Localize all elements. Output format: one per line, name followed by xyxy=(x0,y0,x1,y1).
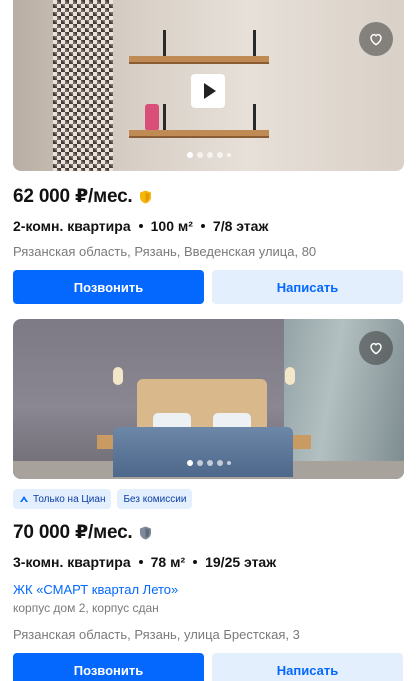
lamp xyxy=(285,367,295,385)
listing-price: 70 000 ₽/мес. xyxy=(13,522,133,543)
badge-label: Без комиссии xyxy=(123,493,187,505)
shield-icon[interactable] xyxy=(139,526,152,540)
play-icon xyxy=(203,83,216,99)
building-info: корпус дом 2, корпус сдан xyxy=(13,601,159,615)
shelf xyxy=(129,56,269,64)
heart-icon xyxy=(370,33,382,46)
floor-label: 19/25 этаж xyxy=(205,554,277,570)
action-buttons: Позвонить Написать xyxy=(13,653,404,681)
action-buttons: Позвонить Написать xyxy=(13,270,404,304)
badge-label: Только на Циан xyxy=(33,493,106,505)
listing-photo[interactable] xyxy=(13,0,404,171)
badges-row: Только на Циан Без комиссии xyxy=(13,489,404,509)
message-button[interactable]: Написать xyxy=(212,653,403,681)
separator-dot xyxy=(138,224,143,228)
pagination-dot[interactable] xyxy=(216,460,223,466)
separator-dot xyxy=(193,560,198,564)
price-row: 70 000 ₽/мес. xyxy=(13,521,404,544)
favorite-button[interactable] xyxy=(359,22,393,56)
cian-logo-icon xyxy=(20,496,28,502)
separator-dot xyxy=(200,224,205,228)
pagination-dot[interactable] xyxy=(216,152,223,158)
exclusive-badge[interactable]: Только на Циан xyxy=(13,489,112,509)
rooms-label: 2-комн. квартира xyxy=(13,218,131,234)
message-button[interactable]: Написать xyxy=(212,270,403,304)
pagination-dot[interactable] xyxy=(196,460,203,466)
listing-price: 62 000 ₽/мес. xyxy=(13,186,133,207)
bottle xyxy=(145,104,159,130)
call-button[interactable]: Позвонить xyxy=(13,653,204,681)
price-row: 62 000 ₽/мес. xyxy=(13,185,404,208)
listing-photo[interactable] xyxy=(13,319,404,479)
separator-dot xyxy=(138,560,143,564)
heart-icon xyxy=(370,342,382,355)
area-label: 78 м² xyxy=(150,554,186,570)
listing-card[interactable]: Только на Циан Без комиссии 70 000 ₽/мес… xyxy=(13,319,404,681)
mosaic-tiles xyxy=(53,0,113,171)
floor-label: 7/8 этаж xyxy=(212,218,269,234)
shelf xyxy=(129,130,269,138)
area-label: 100 м² xyxy=(150,218,193,234)
shield-icon[interactable] xyxy=(139,190,152,204)
listing-address: Рязанская область, Рязань, Введенская ул… xyxy=(13,244,317,259)
rooms-label: 3-комн. квартира xyxy=(13,554,131,570)
call-button[interactable]: Позвонить xyxy=(13,270,204,304)
play-video-button[interactable] xyxy=(191,74,225,108)
listing-address: Рязанская область, Рязань, улица Брестск… xyxy=(13,627,300,642)
no-commission-badge[interactable]: Без комиссии xyxy=(117,489,193,509)
listing-card[interactable]: 62 000 ₽/мес. 2-комн. квартира 100 м² 7/… xyxy=(13,0,404,304)
pagination-dot[interactable] xyxy=(206,460,213,466)
pagination-dot[interactable] xyxy=(226,461,231,465)
listing-specs: 3-комн. квартира 78 м² 19/25 этаж xyxy=(13,554,404,570)
residential-complex-link[interactable]: ЖК «СМАРТ квартал Лето» xyxy=(13,582,404,597)
pagination-dot[interactable] xyxy=(196,152,203,158)
pagination-dot[interactable] xyxy=(226,153,231,157)
pagination-dot[interactable] xyxy=(186,152,193,158)
pagination-dot[interactable] xyxy=(206,152,213,158)
photo-pagination xyxy=(186,460,231,466)
lamp xyxy=(113,367,123,385)
bed xyxy=(113,427,293,477)
pagination-dot[interactable] xyxy=(186,460,193,466)
favorite-button[interactable] xyxy=(359,331,393,365)
listing-specs: 2-комн. квартира 100 м² 7/8 этаж xyxy=(13,218,404,234)
photo-pagination xyxy=(186,152,231,158)
